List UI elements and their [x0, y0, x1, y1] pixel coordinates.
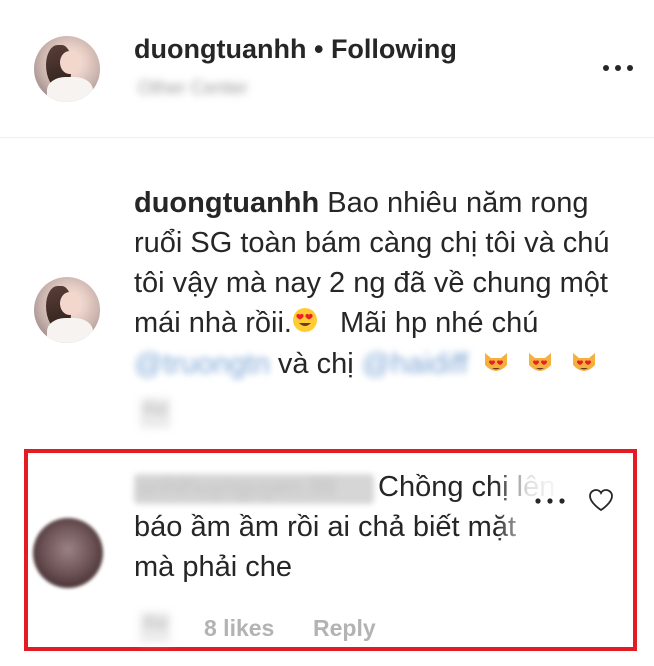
- post-author-username[interactable]: duongtuanhh: [134, 34, 306, 64]
- reply-button[interactable]: Reply: [313, 615, 376, 642]
- follow-status-button[interactable]: Following: [331, 34, 457, 64]
- caption-text: duongtuanhh Bao nhiêu năm rong ruổi SG t…: [134, 183, 634, 386]
- mention-link-2[interactable]: @haidiff: [362, 348, 468, 380]
- text-fade-overlay: [496, 470, 566, 550]
- caption-timestamp: 4w: [140, 398, 170, 428]
- avatar-shirt: [47, 317, 94, 343]
- caption-text-line-1: Bao nhiêu năm rong: [327, 187, 589, 219]
- caption-text-line-2: ruổi SG toàn bám càng chị tôi và chú: [134, 227, 610, 259]
- caption-username[interactable]: duongtuanhh: [134, 187, 319, 219]
- caption-line-1: duongtuanhh Bao nhiêu năm rong: [134, 183, 634, 223]
- post-header-title: duongtuanhh • Following: [134, 34, 457, 65]
- caption-author-avatar[interactable]: [34, 277, 100, 343]
- heart-eyes-cat-emoji-1: [482, 346, 510, 386]
- avatar-face: [60, 50, 81, 75]
- heart-outline-icon[interactable]: [588, 488, 614, 512]
- caption-text-line-3: tôi vậy mà nay 2 ng đã về chung một: [134, 267, 608, 299]
- mention-link-1[interactable]: @truongtn: [134, 348, 270, 380]
- likes-count[interactable]: 8 likes: [204, 615, 274, 642]
- caption-and-text: và chị: [277, 348, 354, 381]
- comment-more-options-icon[interactable]: [532, 494, 568, 508]
- heart-eyes-cat-emoji-3: [570, 346, 598, 386]
- caption-text-line-4b: Mãi hp nhé chú: [340, 307, 539, 339]
- header-divider: [0, 137, 654, 138]
- post-location[interactable]: Other Center: [138, 78, 248, 100]
- more-options-icon[interactable]: [600, 60, 636, 76]
- heart-eyes-emoji: [292, 304, 318, 344]
- reply-timestamp: 4w: [140, 612, 170, 642]
- caption-text-line-4: mái nhà rồii.: [134, 307, 292, 339]
- avatar-shirt: [47, 76, 94, 102]
- caption-line-5: @truongtn và chị @haidiff: [134, 344, 634, 385]
- header-separator: •: [313, 34, 324, 64]
- reply-text-line-3: mà phải che: [134, 551, 292, 583]
- avatar-face: [60, 291, 81, 316]
- post-author-avatar[interactable]: [34, 36, 100, 102]
- heart-eyes-cat-emoji-2: [526, 346, 554, 386]
- caption-line-4: mái nhà rồii. Mãi hp nhé chú: [134, 303, 634, 344]
- commenter-avatar[interactable]: [33, 518, 103, 588]
